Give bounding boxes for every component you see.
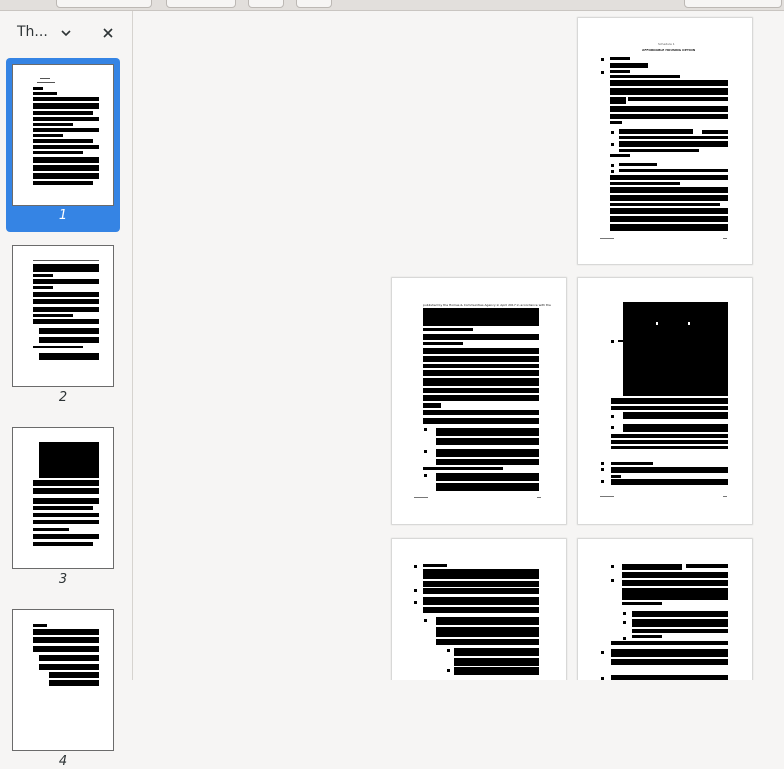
thumbnail-label: 1 (58, 208, 68, 223)
thumbnail-label: 4 (58, 754, 68, 769)
page-lead-text: published by the Homes & Communities Age… (423, 303, 551, 307)
search-entry[interactable] (684, 0, 782, 8)
document-page-3 (578, 278, 752, 524)
document-page-2: published by the Homes & Communities Age… (392, 278, 566, 524)
chevron-down-icon[interactable] (58, 25, 74, 41)
document-page-5 (578, 539, 752, 680)
thumbnail-page-4[interactable]: 4 (6, 604, 120, 769)
sidebar: Th... 1 2 3 4 (0, 11, 133, 769)
page-subheading: AFFORDABLE HOUSING OPTION (642, 48, 696, 52)
header-bar (0, 0, 784, 11)
thumbnail-page-2[interactable]: 2 (6, 240, 120, 414)
thumbnail-label: 2 (58, 390, 68, 405)
document-view[interactable]: Schedule 1 AFFORDABLE HOUSING OPTION pub… (133, 11, 784, 680)
toolbar-button-group[interactable] (166, 0, 236, 8)
thumbnail-image (12, 427, 114, 569)
sidebar-header: Th... (0, 11, 132, 55)
thumbnail-image (12, 64, 114, 206)
thumbnail-image (12, 245, 114, 387)
toolbar-button[interactable] (248, 0, 284, 8)
toolbar-button-group[interactable] (56, 0, 152, 8)
thumbnail-page-1[interactable]: 1 (6, 58, 120, 232)
toolbar-button[interactable] (296, 0, 332, 8)
document-page-4 (392, 539, 566, 680)
sidebar-title[interactable]: Th... (17, 24, 48, 40)
page-heading: Schedule 1 (658, 42, 675, 46)
thumbnail-image (12, 609, 114, 751)
close-icon[interactable] (100, 25, 116, 41)
thumbnail-page-3[interactable]: 3 (6, 422, 120, 596)
document-page-1: Schedule 1 AFFORDABLE HOUSING OPTION (578, 18, 752, 264)
thumbnail-label: 3 (58, 572, 68, 587)
